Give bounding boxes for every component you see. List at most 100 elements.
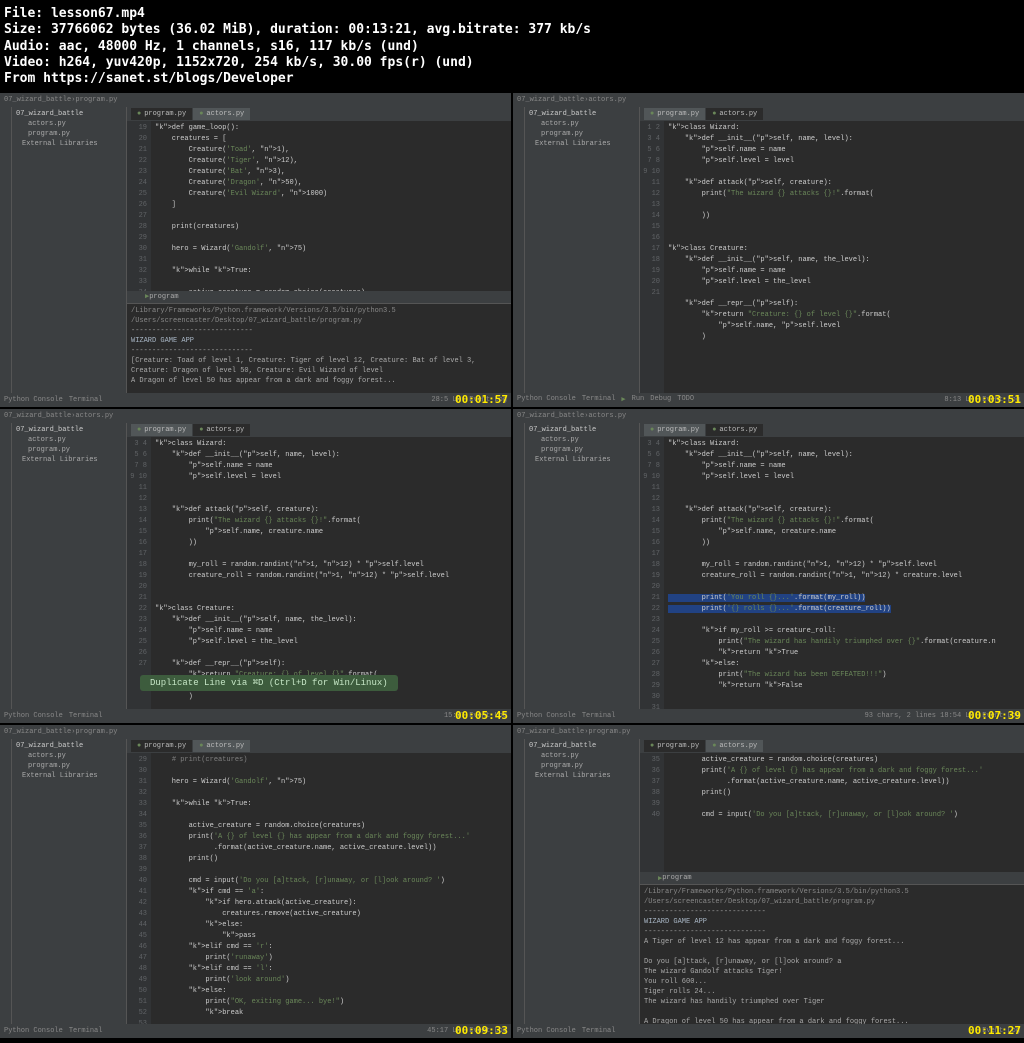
code-editor[interactable]: 35 36 37 38 39 40 active_creature = rand… [640,753,1024,873]
tree-file-actors[interactable]: actors.py [14,435,124,445]
breadcrumb: 07_wizard_battle › program.py [0,93,511,107]
python-console-tab[interactable]: Python Console [517,1027,576,1035]
project-tree[interactable]: 07_wizard_battle actors.py program.py Ex… [525,107,640,393]
terminal-tab[interactable]: Terminal [69,712,103,720]
ide-panel-6: 07_wizard_battle › program.py 07_wizard_… [513,725,1024,1039]
tree-file-actors[interactable]: actors.py [527,751,637,761]
terminal-tab[interactable]: Terminal [69,396,103,404]
code-content[interactable]: "k">class Wizard: "k">def __init__("p">s… [151,437,511,709]
tab-actors[interactable]: ●actors.py [706,424,763,436]
tool-strip-left[interactable] [0,107,12,393]
code-editor[interactable]: 3 4 5 6 7 8 9 10 11 12 13 14 15 16 17 18… [640,437,1024,709]
code-content[interactable]: # print(creatures) hero = Wizard('Gandol… [151,753,511,1025]
ide-panel-3: 07_wizard_battle › actors.py 07_wizard_b… [0,409,511,723]
terminal-tab[interactable]: Terminal [582,395,616,404]
tree-libs[interactable]: External Libraries [14,455,124,465]
project-tree[interactable]: 07_wizard_battle actors.py program.py Ex… [12,739,127,1025]
cursor-pos: 93 chars, 2 lines 18:54 LF: [865,712,978,720]
tab-program[interactable]: ●program.py [644,108,705,120]
code-editor[interactable]: 29 30 31 32 33 34 35 36 37 38 39 40 41 4… [127,753,511,1025]
timestamp: 00:07:39 [968,709,1021,722]
python-icon: ● [199,110,203,118]
tab-actors[interactable]: ●actors.py [193,740,250,752]
tab-program[interactable]: ●program.py [131,740,192,752]
python-icon: ● [137,110,141,118]
run-console[interactable]: /Library/Frameworks/Python.framework/Ver… [127,303,511,393]
python-console-tab[interactable]: Python Console [4,1027,63,1035]
tree-root[interactable]: 07_wizard_battle [14,741,124,751]
tree-file-program[interactable]: program.py [14,445,124,455]
tab-program[interactable]: ●program.py [131,108,192,120]
python-icon: ● [137,426,141,434]
code-content[interactable]: "k">def game_loop(): creatures = [ Creat… [151,121,511,291]
tree-root[interactable]: 07_wizard_battle [14,109,124,119]
tab-program[interactable]: ●program.py [644,740,705,752]
code-content[interactable]: "k">class Wizard: "k">def __init__("p">s… [664,121,1024,393]
todo-button[interactable]: TODO [677,395,694,404]
code-content[interactable]: active_creature = random.choice(creature… [664,753,1024,873]
python-icon: ● [712,110,716,118]
tree-libs[interactable]: External Libraries [14,139,124,149]
tool-strip-left[interactable] [0,739,12,1025]
header-video: Video: h264, yuv420p, 1152x720, 254 kb/s… [4,55,1020,71]
tree-file-actors[interactable]: actors.py [14,119,124,129]
code-editor[interactable]: 1 2 3 4 5 6 7 8 9 10 11 12 13 14 15 16 1… [640,121,1024,393]
tool-strip-left[interactable] [513,107,525,393]
terminal-tab[interactable]: Terminal [582,1027,616,1035]
debug-button[interactable]: Debug [650,395,671,404]
python-console-tab[interactable]: Python Console [4,396,63,404]
terminal-tab[interactable]: Terminal [582,712,616,720]
python-console-tab[interactable]: Python Console [517,395,576,404]
editor-tabs: ●program.py ●actors.py [127,423,511,437]
project-tree[interactable]: 07_wizard_battle actors.py program.py Ex… [12,107,127,393]
tree-file-program[interactable]: program.py [527,445,637,455]
run-button[interactable]: ▶ [621,395,625,404]
python-console-tab[interactable]: Python Console [4,712,63,720]
tree-file-program[interactable]: program.py [14,129,124,139]
console-path: /Library/Frameworks/Python.framework/Ver… [131,306,507,326]
python-icon: ● [650,426,654,434]
python-console-tab[interactable]: Python Console [517,712,576,720]
tree-file-actors[interactable]: actors.py [527,435,637,445]
tree-file-program[interactable]: program.py [527,761,637,771]
line-gutter: 19 20 21 22 23 24 25 26 27 28 29 30 31 3… [127,121,151,291]
tree-libs[interactable]: External Libraries [527,771,637,781]
tool-strip-left[interactable] [0,423,12,709]
tree-file-actors[interactable]: actors.py [527,119,637,129]
status-bar: Python Console Terminal 15:17 Event Log [0,709,511,723]
tree-file-program[interactable]: program.py [14,761,124,771]
project-tree[interactable]: 07_wizard_battle actors.py program.py Ex… [525,739,640,1025]
header-source: From https://sanet.st/blogs/Developer [4,71,1020,87]
tab-actors[interactable]: ●actors.py [706,740,763,752]
tree-file-actors[interactable]: actors.py [14,751,124,761]
tab-program[interactable]: ●program.py [644,424,705,436]
tree-root[interactable]: 07_wizard_battle [527,741,637,751]
tab-actors[interactable]: ●actors.py [193,424,250,436]
breadcrumb: 07_wizard_battle › actors.py [513,409,1024,423]
code-editor[interactable]: 3 4 5 6 7 8 9 10 11 12 13 14 15 16 17 18… [127,437,511,709]
tree-libs[interactable]: External Libraries [14,771,124,781]
tree-root[interactable]: 07_wizard_battle [14,425,124,435]
line-gutter: 1 2 3 4 5 6 7 8 9 10 11 12 13 14 15 16 1… [640,121,664,393]
tree-root[interactable]: 07_wizard_battle [527,109,637,119]
video-thumbnail-grid: 07_wizard_battle › program.py 07_wizard_… [0,93,1024,1038]
tab-actors[interactable]: ●actors.py [706,108,763,120]
run-console[interactable]: /Library/Frameworks/Python.framework/Ver… [640,884,1024,1024]
code-content[interactable]: "k">class Wizard: "k">def __init__("p">s… [664,437,1024,709]
tree-libs[interactable]: External Libraries [527,139,637,149]
tree-file-program[interactable]: program.py [527,129,637,139]
project-tree[interactable]: 07_wizard_battle actors.py program.py Ex… [12,423,127,709]
tree-root[interactable]: 07_wizard_battle [527,425,637,435]
tab-actors[interactable]: ●actors.py [193,108,250,120]
ide-hint-tooltip: Duplicate Line via ⌘D (Ctrl+D for Win/Li… [140,675,398,691]
project-tree[interactable]: 07_wizard_battle actors.py program.py Ex… [525,423,640,709]
terminal-tab[interactable]: Terminal [69,1027,103,1035]
python-icon: ● [712,426,716,434]
tree-libs[interactable]: External Libraries [527,455,637,465]
code-editor[interactable]: 19 20 21 22 23 24 25 26 27 28 29 30 31 3… [127,121,511,291]
tool-strip-left[interactable] [513,423,525,709]
timestamp: 00:09:33 [455,1024,508,1037]
tool-strip-left[interactable] [513,739,525,1025]
tab-program[interactable]: ●program.py [131,424,192,436]
console-output: A Tiger of level 12 has appear from a da… [644,937,1020,1024]
